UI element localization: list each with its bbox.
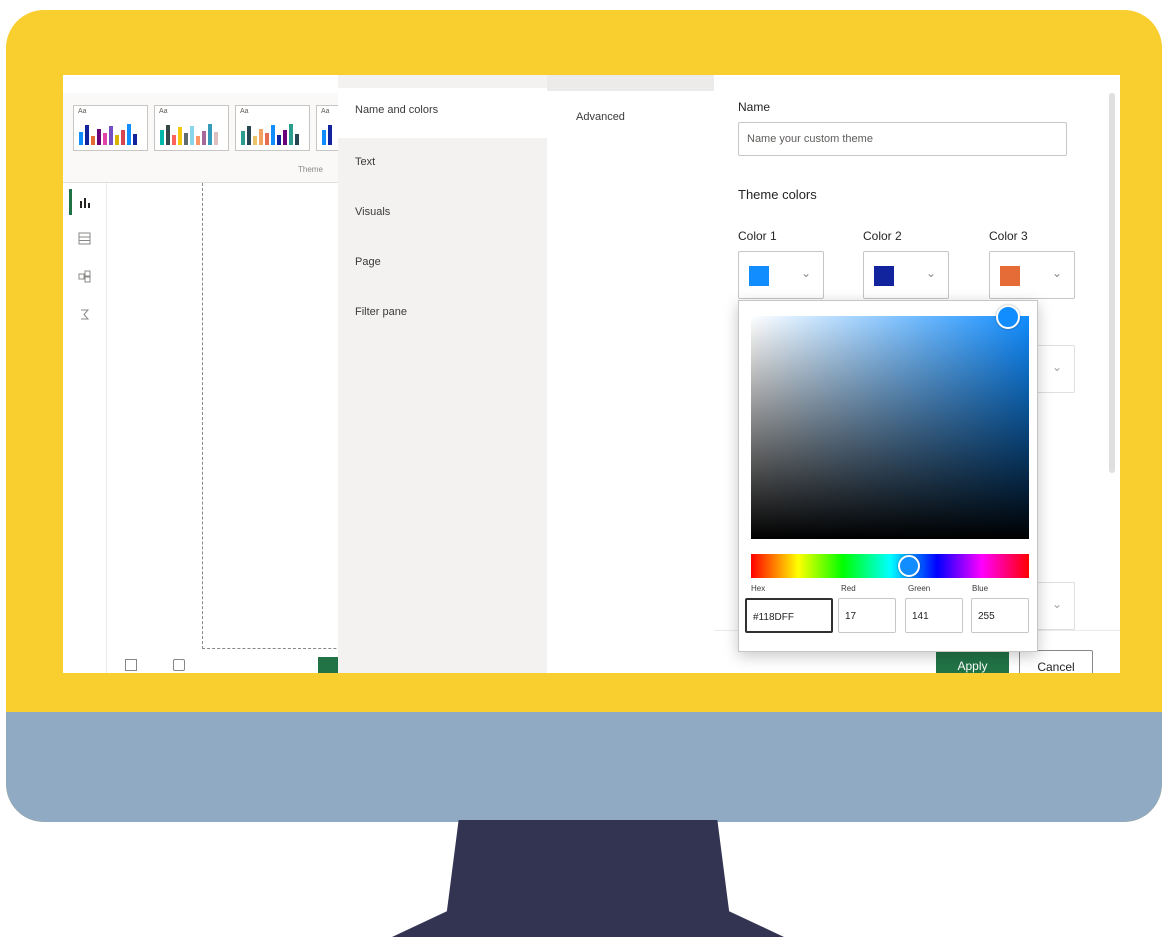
mobile-layout-icon[interactable] bbox=[173, 659, 185, 671]
nav-name-and-colors[interactable]: Name and colors bbox=[338, 88, 547, 138]
theme-thumb-bars bbox=[160, 123, 224, 145]
theme-name-input[interactable] bbox=[738, 122, 1067, 156]
chevron-down-icon: ⌄ bbox=[1051, 266, 1062, 280]
theme-thumb-label: Aa bbox=[321, 108, 330, 115]
color-2-dropdown[interactable]: ⌄ bbox=[863, 251, 949, 299]
red-label: Red bbox=[841, 584, 856, 593]
dialog-category-nav: Name and colors Text Visuals Page Filter… bbox=[338, 75, 547, 673]
dialog-tabs: Advanced bbox=[547, 75, 714, 673]
cancel-button[interactable]: Cancel bbox=[1019, 650, 1093, 673]
apply-button[interactable]: Apply bbox=[936, 650, 1009, 673]
theme-thumb-label: Aa bbox=[240, 108, 249, 115]
monitor-chin bbox=[6, 712, 1162, 822]
theme-colors-heading: Theme colors bbox=[738, 187, 817, 202]
monitor-stand bbox=[392, 820, 784, 937]
view-nav-rail bbox=[63, 183, 107, 673]
color-picker-popover: Hex Red Green Blue #118DFF 17 141 255 bbox=[738, 300, 1038, 652]
green-input[interactable]: 141 bbox=[905, 598, 963, 633]
chevron-down-icon: ⌄ bbox=[1051, 360, 1062, 374]
chevron-down-icon: ⌄ bbox=[925, 266, 936, 280]
saturation-handle[interactable] bbox=[996, 305, 1020, 329]
nav-text[interactable]: Text bbox=[338, 140, 547, 190]
theme-gallery: Aa Aa Aa Aa Theme bbox=[63, 93, 391, 183]
page-tab[interactable] bbox=[318, 657, 338, 673]
table-view-icon[interactable] bbox=[69, 225, 99, 251]
scrollbar[interactable] bbox=[1109, 93, 1115, 473]
saturation-value-area[interactable] bbox=[751, 316, 1029, 539]
color-1-dropdown[interactable]: ⌄ bbox=[738, 251, 824, 299]
theme-thumb-bars bbox=[79, 123, 143, 145]
nav-filter-pane[interactable]: Filter pane bbox=[338, 290, 547, 340]
blue-input[interactable]: 255 bbox=[971, 598, 1029, 633]
theme-thumbnail[interactable]: Aa bbox=[235, 105, 310, 151]
green-label: Green bbox=[908, 584, 931, 593]
hex-input[interactable]: #118DFF bbox=[745, 598, 833, 633]
theme-thumbnail[interactable]: Aa bbox=[154, 105, 229, 151]
color-3-swatch bbox=[1000, 266, 1020, 286]
model-view-icon[interactable] bbox=[69, 263, 99, 289]
chevron-down-icon: ⌄ bbox=[1051, 597, 1062, 611]
report-canvas[interactable] bbox=[107, 183, 402, 673]
theme-thumb-label: Aa bbox=[78, 108, 87, 115]
fit-page-icon[interactable] bbox=[125, 659, 137, 671]
color-1-swatch bbox=[749, 266, 769, 286]
page-tabs-bar bbox=[107, 657, 338, 673]
nav-page[interactable]: Page bbox=[338, 240, 547, 290]
dax-query-icon[interactable] bbox=[69, 301, 99, 327]
color-2-label: Color 2 bbox=[863, 229, 902, 243]
tab-name-and-colors[interactable] bbox=[547, 75, 714, 91]
screen: Aa Aa Aa Aa Theme Name and colors Text V… bbox=[63, 75, 1120, 673]
color-3-dropdown[interactable]: ⌄ bbox=[989, 251, 1075, 299]
hue-slider[interactable] bbox=[751, 554, 1029, 578]
theme-thumbnail[interactable]: Aa bbox=[73, 105, 148, 151]
hue-handle[interactable] bbox=[898, 555, 920, 577]
blue-label: Blue bbox=[972, 584, 989, 593]
nav-visuals[interactable]: Visuals bbox=[338, 190, 547, 240]
hex-label: Hex bbox=[751, 584, 766, 593]
color-1-label: Color 1 bbox=[738, 229, 777, 243]
report-view-icon[interactable] bbox=[69, 189, 99, 215]
themes-caption: Theme bbox=[298, 165, 323, 174]
theme-thumb-label: Aa bbox=[159, 108, 168, 115]
color-3-label: Color 3 bbox=[989, 229, 1028, 243]
monitor-bezel: Aa Aa Aa Aa Theme Name and colors Text V… bbox=[6, 10, 1162, 822]
color-2-swatch bbox=[874, 266, 894, 286]
theme-thumb-bars bbox=[241, 123, 305, 145]
tab-advanced[interactable]: Advanced bbox=[576, 111, 625, 123]
chevron-down-icon: ⌄ bbox=[800, 266, 811, 280]
name-label: Name bbox=[738, 100, 771, 114]
red-input[interactable]: 17 bbox=[838, 598, 896, 633]
